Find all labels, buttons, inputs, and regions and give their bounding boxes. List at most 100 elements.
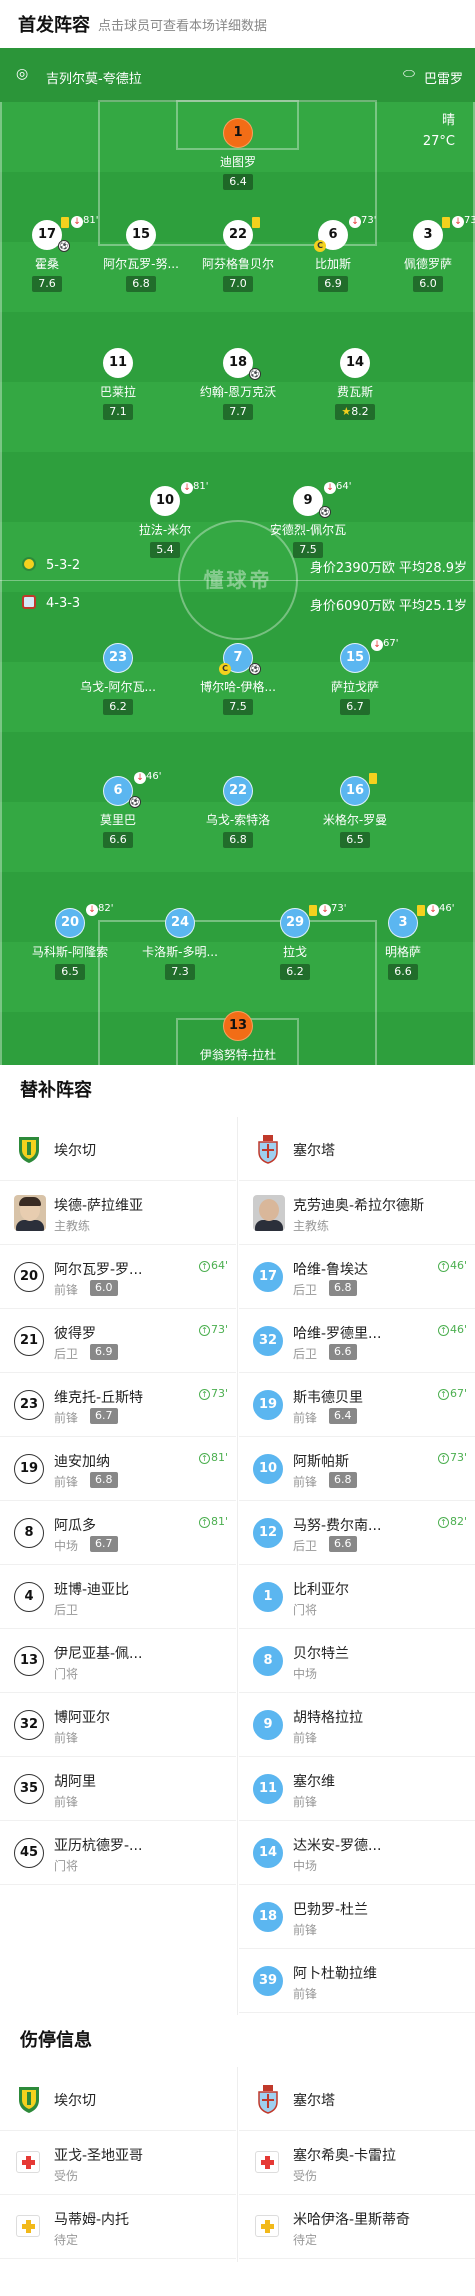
sub-player-row[interactable]: 45 亚历杭德罗-... 门将 xyxy=(0,1821,236,1885)
home-formation: 5-3-2 xyxy=(46,558,81,573)
sub-player-row[interactable]: 32 博阿亚尔 前锋 xyxy=(0,1693,236,1757)
pitch-player[interactable]: 1 迪图罗 6.4 xyxy=(183,118,293,190)
coach-name: 埃德-萨拉维亚 xyxy=(54,1198,144,1214)
pitch-player[interactable]: 13伊翁努特-拉杜7.8 xyxy=(183,1011,293,1065)
player-position: 后卫 xyxy=(293,1283,318,1297)
yellow-card-icon xyxy=(252,217,260,228)
player-name: 博阿亚尔 xyxy=(54,1710,110,1726)
sub-in-icon: ↑ xyxy=(437,1453,449,1464)
sub-player-row[interactable]: 10 阿斯帕斯 前锋 6.8 ↑ 73' xyxy=(239,1437,475,1501)
sub-player-row[interactable]: 20 阿尔瓦罗-罗... 前锋 6.0 ↑ 64' xyxy=(0,1245,236,1309)
sub-in-indicator: ↑ 73' xyxy=(437,1451,467,1464)
sub-minute: 81' xyxy=(210,1451,228,1464)
sub-player-row[interactable]: 19 斯韦德贝里 前锋 6.4 ↑ 67' xyxy=(239,1373,475,1437)
pitch-player[interactable]: 7 ⚽ C 博尔哈-伊格... 7.5 xyxy=(183,643,293,715)
sub-player-row[interactable]: 21 彼得罗 后卫 6.9 ↑ 73' xyxy=(0,1309,236,1373)
yellow-card-icon xyxy=(442,217,450,228)
sub-player-row[interactable]: 12 马努-费尔南... 后卫 6.6 ↑ 82' xyxy=(239,1501,475,1565)
sub-player-row[interactable]: 35 胡阿里 前锋 xyxy=(0,1757,236,1821)
pitch-player[interactable]: 6 ↓ 73' C 比加斯 6.9 xyxy=(278,215,388,292)
shoe-icon: ⬭ xyxy=(403,66,415,82)
player-name: 维克托-丘斯特 xyxy=(54,1390,144,1406)
sub-out-icon: ↓ xyxy=(371,639,383,651)
pitch-player[interactable]: 20 ↓ 82' 马科斯-阿隆索 6.5 xyxy=(15,903,125,980)
pitch-player[interactable]: 16 米格尔-罗曼 6.5 xyxy=(300,773,410,848)
player-name: 巴勃罗-杜兰 xyxy=(293,1902,369,1918)
away-formation: 4-3-3 xyxy=(46,596,81,611)
sub-in-indicator: ↑ 81' xyxy=(198,1515,228,1528)
sub-minute: 46' xyxy=(439,903,455,914)
sub-player-row[interactable]: 8 阿瓜多 中场 6.7 ↑ 81' xyxy=(0,1501,236,1565)
sub-minute: 73' xyxy=(464,215,475,226)
goal-ball-icon: ⚽ xyxy=(249,663,261,675)
doubtful-cross-icon xyxy=(16,2215,40,2237)
player-number: 15 xyxy=(340,643,370,673)
injury-row[interactable]: 亚戈-圣地亚哥 受伤 xyxy=(0,2131,236,2195)
sub-player-row[interactable]: 14 达米安-罗德... 中场 xyxy=(239,1821,475,1885)
player-rating: 6.6 xyxy=(329,1536,357,1552)
player-rating: 7.0 xyxy=(223,276,253,292)
sub-player-row[interactable]: 32 哈维-罗德里... 后卫 6.6 ↑ 46' xyxy=(239,1309,475,1373)
sub-in-indicator: ↑ 81' xyxy=(198,1451,228,1464)
injury-row[interactable]: 马蒂姆-内托 待定 xyxy=(0,2195,236,2259)
pitch-player[interactable]: 29 ↓ 73' 拉戈 6.2 xyxy=(240,903,350,980)
player-rating: ★8.2 xyxy=(335,404,375,420)
sub-player-row[interactable]: 18 巴勃罗-杜兰 前锋 xyxy=(239,1885,475,1949)
rating-value: 6.7 xyxy=(346,700,364,713)
pitch-player[interactable]: 24 卡洛斯-多明... 7.3 xyxy=(125,908,235,980)
sub-player-row[interactable]: 17 哈维-鲁埃达 后卫 6.8 ↑ 46' xyxy=(239,1245,475,1309)
away-coach-row[interactable]: 克劳迪奥-希拉尔德斯 主教练 xyxy=(239,1181,475,1245)
sub-player-row[interactable]: 4 班博-迪亚比 后卫 xyxy=(0,1565,236,1629)
sub-player-row[interactable]: 8 贝尔特兰 中场 xyxy=(239,1629,475,1693)
player-name: 斯韦德贝里 xyxy=(293,1390,363,1406)
player-name: 萨拉戈萨 xyxy=(330,680,379,694)
injuries-section: 伤停信息 埃尔切 亚戈-圣地亚哥 受伤 马蒂姆-内托 待定 塞尔塔 塞尔希奥-卡雷拉受… xyxy=(0,2015,475,2296)
pitch-player[interactable]: 15 ↓ 67' 萨拉戈萨 6.7 xyxy=(300,638,410,715)
injury-row[interactable]: 塞尔希奥-卡雷拉 受伤 xyxy=(239,2131,475,2195)
sub-in-indicator: ↑ 73' xyxy=(198,1387,228,1400)
sub-out-icon: ↓ xyxy=(71,216,83,228)
pitch-player[interactable]: 3 ↓ 46' 明格萨 6.6 xyxy=(348,903,458,980)
sub-player-row[interactable]: 13 伊尼亚基-佩... 门将 xyxy=(0,1629,236,1693)
sub-player-row[interactable]: 11 塞尔维 前锋 xyxy=(239,1757,475,1821)
player-position: 前锋 xyxy=(293,1795,318,1809)
pitch-player[interactable]: 18 ⚽ 约翰-恩万克沃 7.7 xyxy=(183,348,293,420)
sub-player-row[interactable]: 23 维克托-丘斯特 前锋 6.7 ↑ 73' xyxy=(0,1373,236,1437)
sub-player-row[interactable]: 9 胡特格拉拉 前锋 xyxy=(239,1693,475,1757)
pitch-player[interactable]: 3 ↓73' 佩德罗萨 6.0 xyxy=(373,215,475,292)
elche-crest-icon xyxy=(22,557,36,571)
home-injury-team-row: 埃尔切 xyxy=(0,2067,236,2131)
player-number: 3 xyxy=(413,220,443,250)
player-name: 达米安-罗德... xyxy=(293,1838,382,1854)
pitch-player[interactable]: 6 ↓ 46' ⚽ 莫里巴 6.6 xyxy=(63,771,173,848)
sub-out-icon: ↓ xyxy=(181,482,193,494)
player-number: 9 xyxy=(253,1710,283,1740)
rating-value: 6.0 xyxy=(419,277,437,290)
player-number: 29 xyxy=(280,908,310,938)
pitch-player[interactable]: 11 巴莱拉 7.1 xyxy=(63,348,173,420)
pitch-player[interactable]: 22 阿芬格鲁贝尔 7.0 xyxy=(183,217,293,292)
sub-player-row[interactable]: 1 比利亚尔 门将 xyxy=(239,1565,475,1629)
player-name: 亚历杭德罗-... xyxy=(54,1838,143,1854)
player-position: 前锋 xyxy=(54,1283,79,1297)
sub-player-row[interactable]: 19 迪安加纳 前锋 6.8 ↑ 81' xyxy=(0,1437,236,1501)
pitch-player[interactable]: 10 ↓ 81' 拉法-米尔 5.4 xyxy=(110,481,220,558)
rating-value: 6.2 xyxy=(286,965,304,978)
pitch-player[interactable]: 23 乌戈-阿尔瓦... 6.2 xyxy=(63,643,173,715)
sub-player-row[interactable]: 39 阿卜杜勒拉维 前锋 xyxy=(239,1949,475,2013)
pitch-player[interactable]: 22 乌戈-索特洛 6.8 xyxy=(183,776,293,848)
player-name: 费瓦斯 xyxy=(336,385,373,399)
pitch-player[interactable]: 15 阿尔瓦罗-努... 6.8 xyxy=(86,220,196,292)
player-name: 马科斯-阿隆索 xyxy=(31,945,109,959)
sub-minute: 73' xyxy=(449,1451,467,1464)
home-coach-row[interactable]: 埃德-萨拉维亚 主教练 xyxy=(0,1181,236,1245)
sub-in-icon: ↑ xyxy=(437,1389,449,1400)
player-number: 8 xyxy=(253,1646,283,1676)
player-position: 前锋 xyxy=(293,1923,318,1937)
player-name: 乌戈-阿尔瓦... xyxy=(80,680,156,694)
pitch-player[interactable]: 14 费瓦斯 ★8.2 xyxy=(300,348,410,420)
injury-row[interactable]: 米哈伊洛-里斯蒂奇 待定 xyxy=(239,2195,475,2259)
player-position: 前锋 xyxy=(293,1987,318,2001)
pitch-player[interactable]: 9 ↓ 64' ⚽ 安德烈-佩尔瓦 7.5 xyxy=(253,481,363,558)
player-name: 约翰-恩万克沃 xyxy=(199,385,277,399)
